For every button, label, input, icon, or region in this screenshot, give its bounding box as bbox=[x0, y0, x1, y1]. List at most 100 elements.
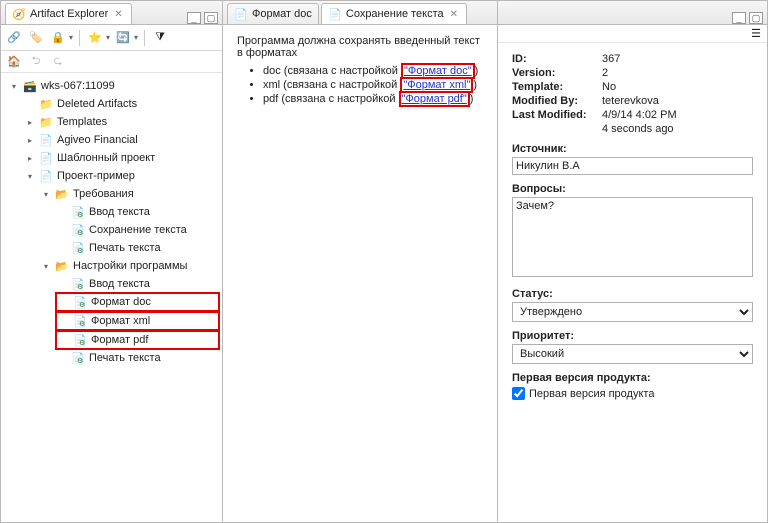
tab-sokhranenie[interactable]: 📄 Сохранение текста ✕ bbox=[321, 3, 467, 24]
star-icon[interactable]: ⭐ bbox=[86, 29, 104, 47]
repository-icon bbox=[22, 78, 38, 94]
folder-open-icon bbox=[54, 258, 70, 274]
value-version: 2 bbox=[602, 67, 608, 79]
editor-pane: 📄 Формат doc 📄 Сохранение текста ✕ Прогр… bbox=[223, 1, 498, 522]
minimize-button[interactable]: _ bbox=[187, 12, 201, 24]
tree-item-vvod1[interactable]: Ввод текста bbox=[55, 203, 220, 221]
questions-textarea[interactable]: Зачем? bbox=[512, 197, 753, 277]
label-id: ID: bbox=[512, 53, 602, 65]
menu-icon[interactable]: ☰ bbox=[749, 27, 763, 41]
minimize-button[interactable]: _ bbox=[732, 12, 746, 24]
properties-toolbar: ☰ bbox=[498, 25, 767, 43]
close-icon[interactable]: ✕ bbox=[448, 9, 460, 20]
list-item: pdf (связана с настройкой "Формат pdf") bbox=[263, 93, 483, 105]
document-icon bbox=[38, 168, 54, 184]
document-icon bbox=[38, 132, 54, 148]
description-text: Программа должна сохранять введенный тек… bbox=[237, 35, 483, 59]
artifact-icon bbox=[70, 240, 86, 256]
link-icon[interactable]: 🔗 bbox=[5, 29, 23, 47]
source-input[interactable] bbox=[512, 157, 753, 175]
first-version-checkbox[interactable] bbox=[512, 387, 525, 400]
tag-icon[interactable]: 🏷️ bbox=[27, 29, 45, 47]
twisty-collapsed-icon[interactable]: ▸ bbox=[25, 154, 35, 163]
right-tabbar: _ ▢ bbox=[498, 1, 767, 25]
tree-item-templates[interactable]: ▸Templates bbox=[23, 113, 220, 131]
label-first-version: Первая версия продукта: bbox=[512, 372, 753, 384]
twisty-expanded-icon[interactable]: ▾ bbox=[9, 82, 19, 91]
tree-item-format-doc[interactable]: Формат doc bbox=[55, 292, 220, 312]
tab-format-doc[interactable]: 📄 Формат doc bbox=[227, 3, 319, 24]
tree-item-sokhr[interactable]: Сохранение текста bbox=[55, 221, 220, 239]
left-toolbar-nav: 🏠 ⮌ ⮎ bbox=[1, 51, 222, 73]
left-tabbar: 🧭 Artifact Explorer ✕ _ ▢ bbox=[1, 1, 222, 25]
folder-open-icon bbox=[54, 186, 70, 202]
forward-icon[interactable]: ⮎ bbox=[49, 53, 67, 71]
artifact-icon bbox=[72, 313, 88, 329]
label-status: Статус: bbox=[512, 288, 753, 300]
tree-item-nastroiki[interactable]: ▾Настройки программы bbox=[39, 257, 220, 275]
label-modified-by: Modified By: bbox=[512, 95, 602, 107]
artifact-tree[interactable]: ▾wks-067:11099 Deleted Artifacts ▸Templa… bbox=[1, 73, 222, 522]
tree-item-vvod2[interactable]: Ввод текста bbox=[55, 275, 220, 293]
twisty-collapsed-icon[interactable]: ▸ bbox=[25, 136, 35, 145]
first-version-checkbox-label: Первая версия продукта bbox=[529, 388, 654, 400]
value-ago: 4 seconds ago bbox=[602, 123, 674, 135]
separator bbox=[144, 30, 145, 46]
separator bbox=[79, 30, 80, 46]
tab-label: Artifact Explorer bbox=[30, 8, 108, 20]
tree-item-format-xml[interactable]: Формат xml bbox=[55, 311, 220, 331]
artifact-icon: 📄 bbox=[234, 7, 248, 21]
tree-item-agiveo[interactable]: ▸Agiveo Financial bbox=[23, 131, 220, 149]
folder-icon bbox=[38, 96, 54, 112]
left-toolbar: 🔗 🏷️ 🔒▾ ⭐▾ 🔄▾ ⧩ bbox=[1, 25, 222, 51]
back-icon[interactable]: ⮌ bbox=[27, 53, 45, 71]
value-id: 367 bbox=[602, 53, 620, 65]
twisty-expanded-icon[interactable]: ▾ bbox=[41, 262, 51, 271]
properties-pane: _ ▢ ☰ ID:367 Version:2 Template:No Modif… bbox=[498, 1, 767, 522]
artifact-icon bbox=[70, 276, 86, 292]
tree-root[interactable]: ▾wks-067:11099 bbox=[7, 77, 220, 95]
tab-artifact-explorer[interactable]: 🧭 Artifact Explorer ✕ bbox=[5, 3, 132, 24]
artifact-icon: 📄 bbox=[328, 7, 342, 21]
status-select[interactable]: Утверждено bbox=[512, 302, 753, 322]
artifact-icon bbox=[70, 204, 86, 220]
artifact-explorer-pane: 🧭 Artifact Explorer ✕ _ ▢ 🔗 🏷️ 🔒▾ ⭐▾ 🔄▾ … bbox=[1, 1, 223, 522]
twisty-expanded-icon[interactable]: ▾ bbox=[41, 190, 51, 199]
maximize-button[interactable]: ▢ bbox=[204, 12, 218, 24]
tree-item-format-pdf[interactable]: Формат pdf bbox=[55, 330, 220, 350]
label-priority: Приоритет: bbox=[512, 330, 753, 342]
editor-content[interactable]: Программа должна сохранять введенный тек… bbox=[223, 25, 497, 522]
home-icon[interactable]: 🏠 bbox=[5, 53, 23, 71]
tree-item-shablon[interactable]: ▸Шаблонный проект bbox=[23, 149, 220, 167]
editor-tabbar: 📄 Формат doc 📄 Сохранение текста ✕ bbox=[223, 1, 497, 25]
tree-item-pech2[interactable]: Печать текста bbox=[55, 349, 220, 367]
tree-item-pech1[interactable]: Печать текста bbox=[55, 239, 220, 257]
close-icon[interactable]: ✕ bbox=[112, 9, 124, 20]
tree-item-deleted[interactable]: Deleted Artifacts bbox=[23, 95, 220, 113]
chevron-down-icon[interactable]: ▾ bbox=[134, 33, 138, 42]
format-list: doc (связана с настройкой "Формат doc") … bbox=[237, 65, 483, 105]
first-version-checkbox-wrap[interactable]: Первая версия продукта bbox=[512, 387, 753, 400]
value-modified-by: teterevkova bbox=[602, 95, 659, 107]
tab-label: Формат doc bbox=[252, 8, 312, 20]
tree-item-project[interactable]: ▾Проект-пример bbox=[23, 167, 220, 185]
label-questions: Вопросы: bbox=[512, 183, 753, 195]
twisty-expanded-icon[interactable]: ▾ bbox=[25, 172, 35, 181]
twisty-collapsed-icon[interactable]: ▸ bbox=[25, 118, 35, 127]
label-last-modified: Last Modified: bbox=[512, 109, 602, 121]
lock-icon[interactable]: 🔒 bbox=[49, 29, 67, 47]
properties-body: ID:367 Version:2 Template:No Modified By… bbox=[498, 43, 767, 522]
maximize-button[interactable]: ▢ bbox=[749, 12, 763, 24]
filter-icon[interactable]: ⧩ bbox=[151, 29, 169, 47]
chevron-down-icon[interactable]: ▾ bbox=[106, 33, 110, 42]
list-item: doc (связана с настройкой "Формат doc") bbox=[263, 65, 483, 77]
refresh-icon[interactable]: 🔄 bbox=[114, 29, 132, 47]
chevron-down-icon[interactable]: ▾ bbox=[69, 33, 73, 42]
artifact-icon bbox=[70, 350, 86, 366]
priority-select[interactable]: Высокий bbox=[512, 344, 753, 364]
tree-item-requirements[interactable]: ▾Требования bbox=[39, 185, 220, 203]
list-item: xml (связана с настройкой "Формат xml") bbox=[263, 79, 483, 91]
label-template: Template: bbox=[512, 81, 602, 93]
link-format-pdf[interactable]: "Формат pdf" bbox=[399, 91, 470, 107]
value-template: No bbox=[602, 81, 616, 93]
